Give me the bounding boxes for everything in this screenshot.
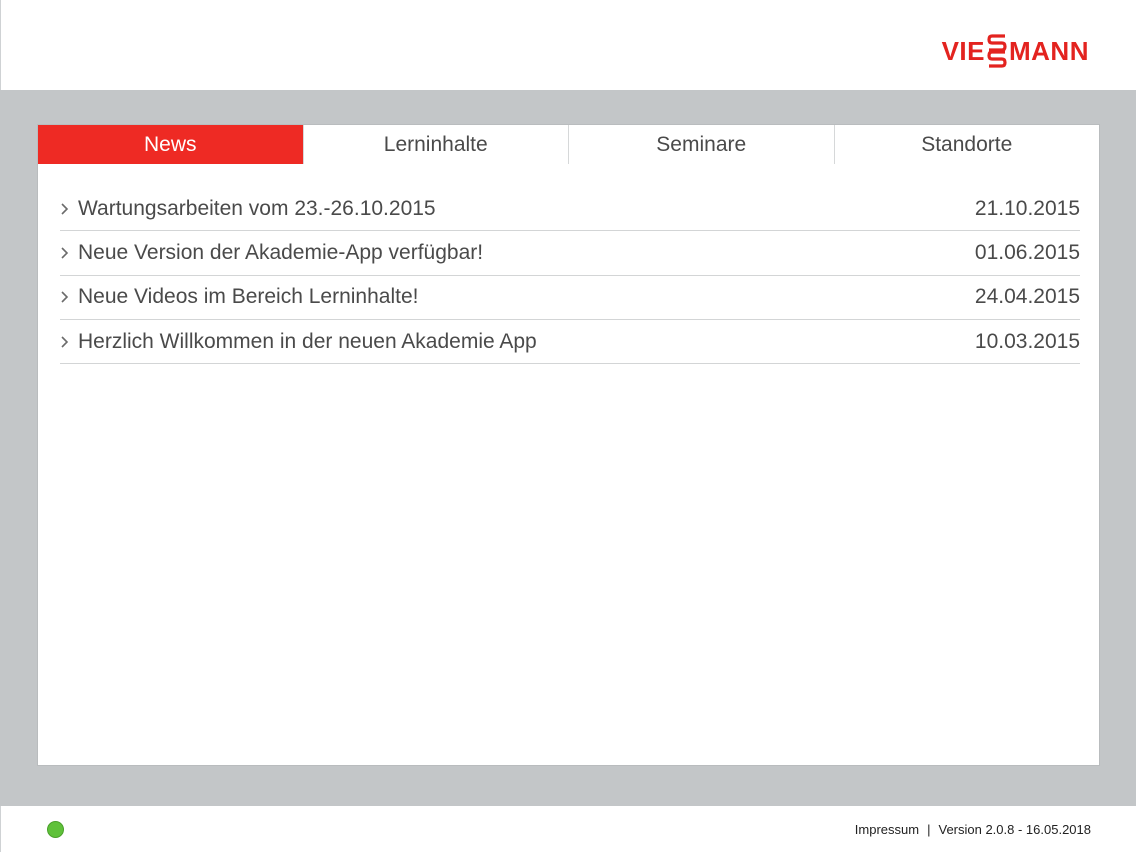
impressum-link[interactable]: Impressum bbox=[855, 822, 919, 837]
news-item[interactable]: Neue Version der Akademie-App verfügbar!… bbox=[60, 231, 1080, 276]
app-footer: Impressum | Version 2.0.8 - 16.05.2018 bbox=[0, 806, 1136, 852]
news-list: Wartungsarbeiten vom 23.-26.10.2015 21.1… bbox=[60, 187, 1080, 365]
news-item[interactable]: Wartungsarbeiten vom 23.-26.10.2015 21.1… bbox=[60, 187, 1080, 232]
tab-news[interactable]: News bbox=[38, 125, 303, 164]
news-title: Neue Videos im Bereich Lerninhalte! bbox=[78, 285, 419, 309]
tab-standorte[interactable]: Standorte bbox=[833, 125, 1099, 164]
logo-ss-mark bbox=[986, 33, 1008, 69]
footer-links: Impressum | Version 2.0.8 - 16.05.2018 bbox=[855, 822, 1091, 837]
logo-text-left: VIE bbox=[941, 36, 985, 66]
news-date: 01.06.2015 bbox=[974, 240, 1080, 264]
chevron-right-icon bbox=[60, 247, 78, 259]
news-item[interactable]: Herzlich Willkommen in der neuen Akademi… bbox=[60, 320, 1080, 365]
app-header: VIE MANN bbox=[0, 0, 1136, 90]
chevron-right-icon bbox=[60, 291, 78, 303]
footer-separator: | bbox=[927, 822, 931, 837]
main-panel: News Lerninhalte Seminare Standorte Wart… bbox=[37, 124, 1100, 766]
tab-seminare[interactable]: Seminare bbox=[568, 125, 834, 164]
viessmann-logo: VIE MANN bbox=[942, 33, 1089, 69]
chevron-right-icon bbox=[60, 203, 78, 215]
news-title: Neue Version der Akademie-App verfügbar! bbox=[78, 240, 484, 264]
news-date: 21.10.2015 bbox=[974, 196, 1080, 220]
version-label: Version 2.0.8 - 16.05.2018 bbox=[938, 822, 1091, 837]
status-dot-icon bbox=[47, 821, 64, 838]
news-date: 24.04.2015 bbox=[974, 285, 1080, 309]
news-title: Herzlich Willkommen in der neuen Akademi… bbox=[78, 329, 537, 353]
tab-lerninhalte[interactable]: Lerninhalte bbox=[302, 125, 568, 164]
news-date: 10.03.2015 bbox=[974, 329, 1080, 353]
news-title: Wartungsarbeiten vom 23.-26.10.2015 bbox=[78, 196, 436, 220]
tab-bar: News Lerninhalte Seminare Standorte bbox=[38, 125, 1099, 164]
logo-text-right: MANN bbox=[1009, 36, 1089, 66]
news-item[interactable]: Neue Videos im Bereich Lerninhalte! 24.0… bbox=[60, 276, 1080, 320]
chevron-right-icon bbox=[60, 335, 78, 348]
content-stage: News Lerninhalte Seminare Standorte Wart… bbox=[0, 90, 1136, 806]
